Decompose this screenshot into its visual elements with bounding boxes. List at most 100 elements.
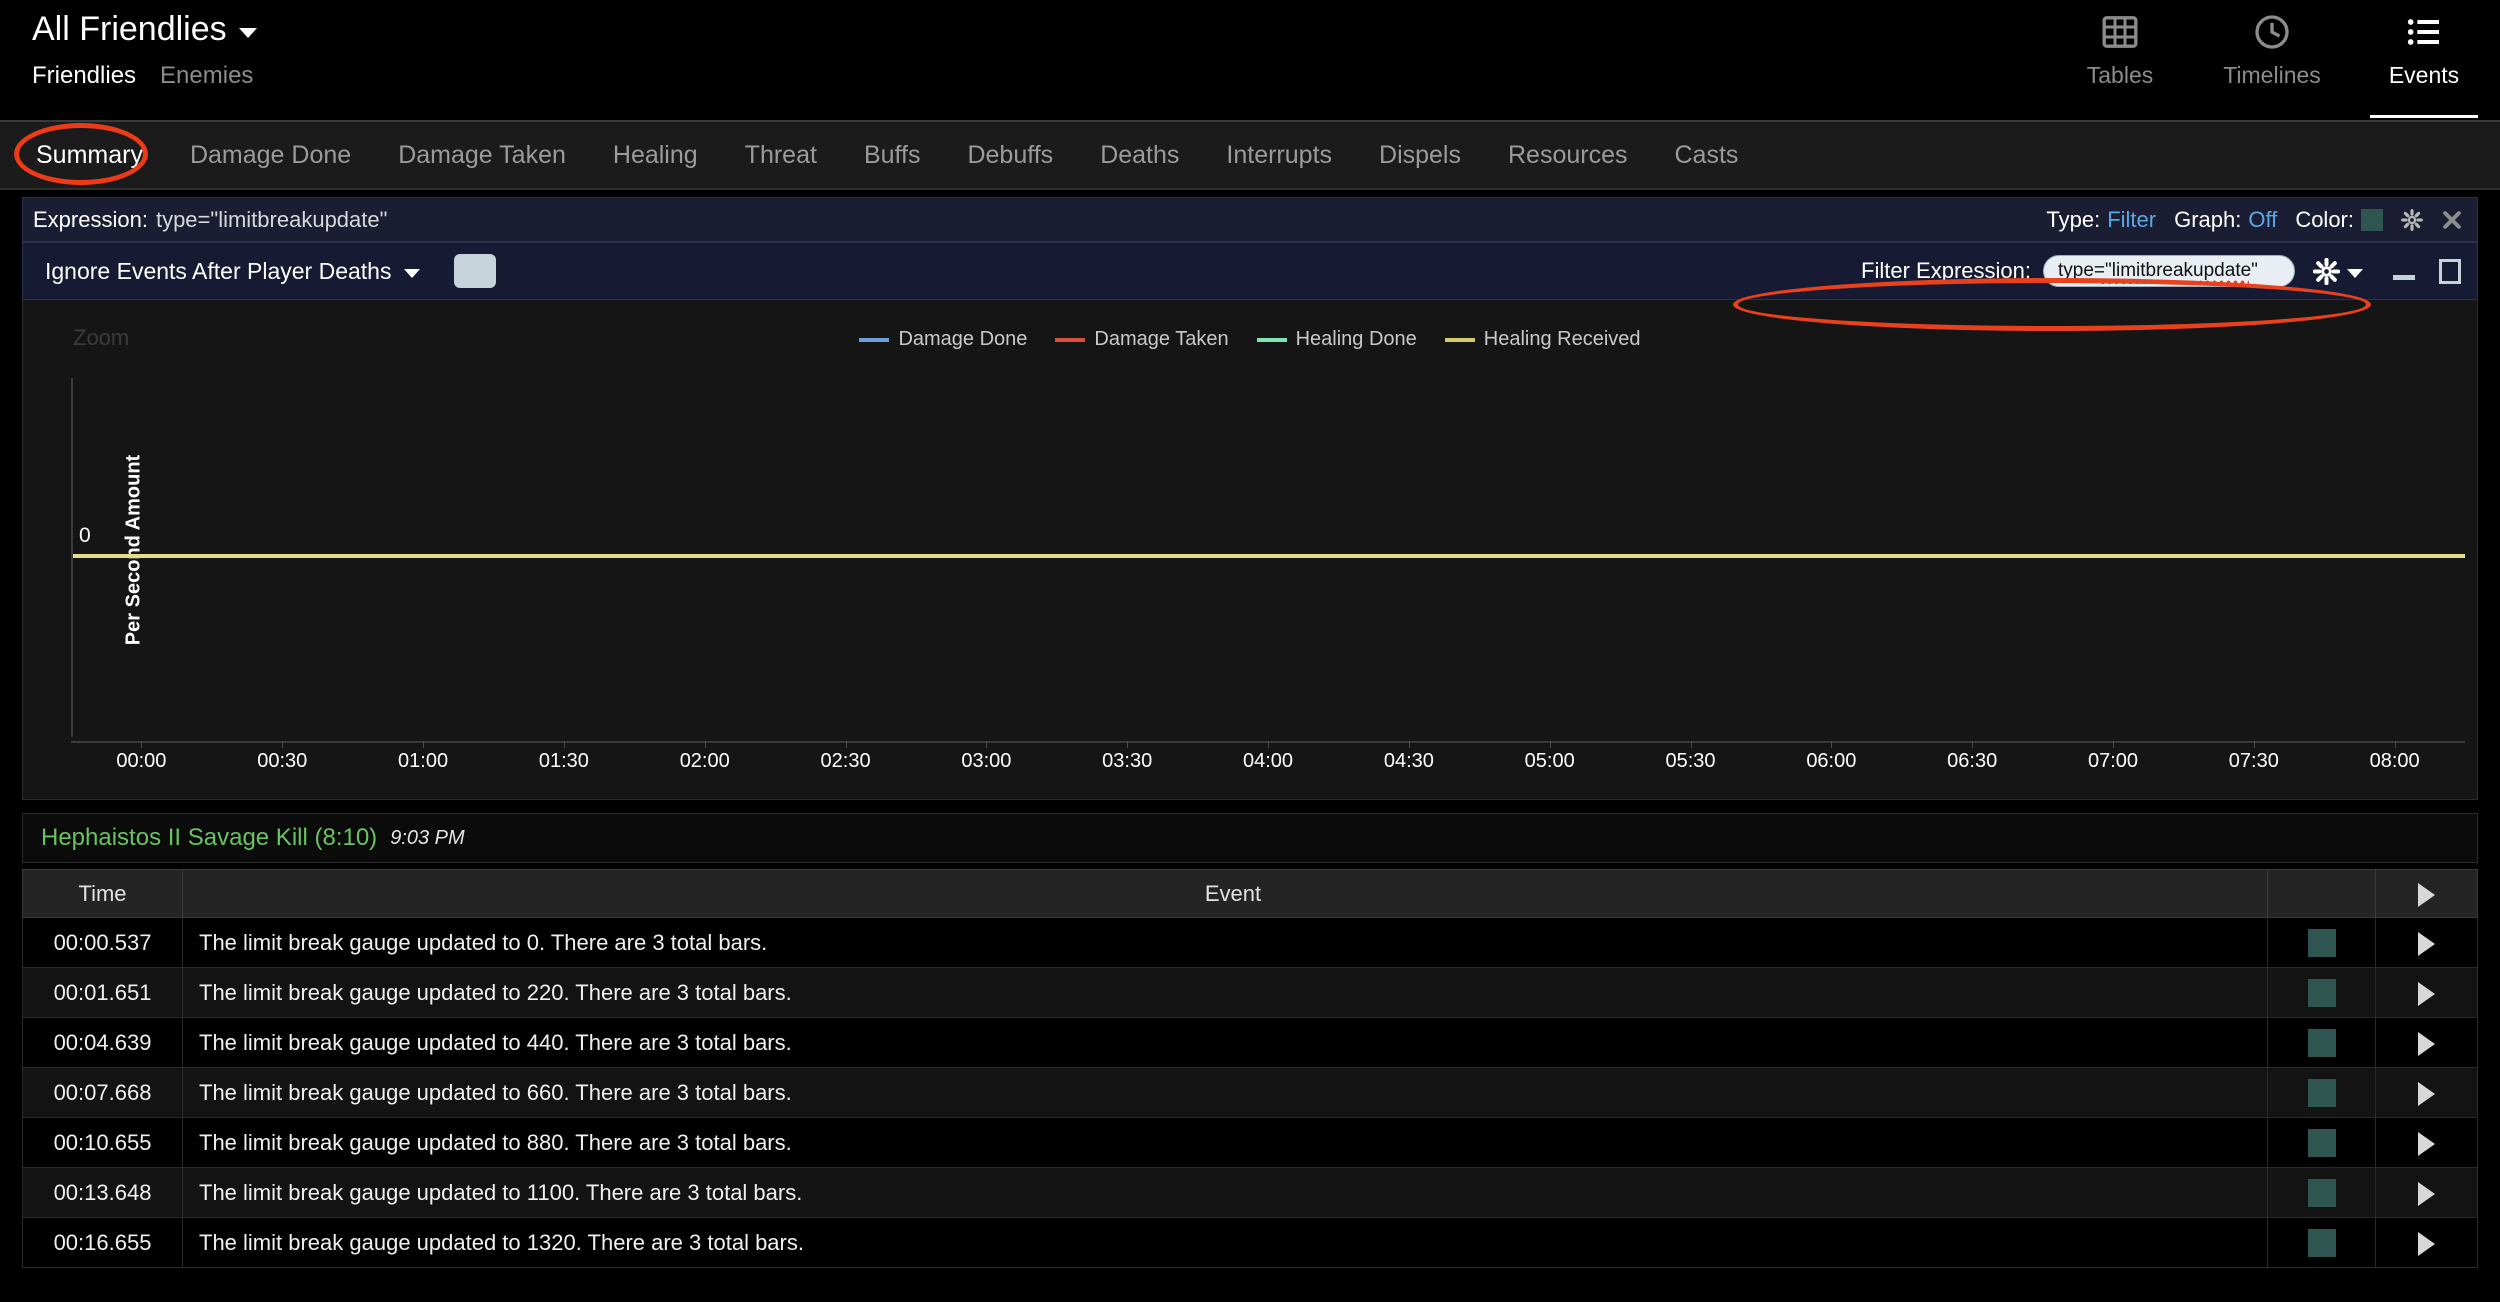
- play-triangle-icon[interactable]: [2418, 1131, 2435, 1156]
- expression-bar: Expression: type="limitbreakupdate" Type…: [22, 197, 2478, 242]
- filter-expression-input[interactable]: [2043, 255, 2295, 287]
- table-row[interactable]: 00:00.537 The limit break gauge updated …: [22, 917, 2478, 968]
- cell-expand[interactable]: [2375, 1067, 2478, 1118]
- topnav-item-tables[interactable]: Tables: [2044, 0, 2196, 122]
- expression-graph-value[interactable]: Off: [2248, 207, 2277, 233]
- play-triangle-icon[interactable]: [2418, 981, 2435, 1006]
- legend-swatch-healing-done: [1256, 337, 1287, 342]
- filter-controls: Filter Expression:: [1861, 255, 2465, 287]
- column-header-time[interactable]: Time: [22, 869, 183, 918]
- chart-x-tick: 06:30: [1902, 741, 2043, 775]
- row-color-swatch[interactable]: [2307, 1078, 2336, 1107]
- close-icon[interactable]: [2441, 209, 2463, 231]
- tab-debuffs[interactable]: Debuffs: [967, 141, 1053, 170]
- cell-color[interactable]: [2267, 1217, 2376, 1268]
- cell-expand[interactable]: [2375, 1117, 2478, 1168]
- gear-icon[interactable]: [2313, 257, 2340, 285]
- cell-event: The limit break gauge updated to 1100. T…: [182, 1167, 2268, 1218]
- tab-threat[interactable]: Threat: [745, 141, 817, 170]
- play-triangle-icon[interactable]: [2418, 882, 2435, 907]
- legend-item-healing-received[interactable]: Healing Received: [1444, 328, 1641, 351]
- chart-x-tick: 05:00: [1479, 741, 1620, 775]
- cell-expand[interactable]: [2375, 1167, 2478, 1218]
- color-swatch[interactable]: [2361, 208, 2383, 231]
- expression-graph[interactable]: Graph: Off: [2174, 207, 2277, 233]
- table-row[interactable]: 00:07.668 The limit break gauge updated …: [22, 1067, 2478, 1118]
- tab-bar: Summary Damage Done Damage Taken Healing…: [0, 122, 2500, 190]
- table-row[interactable]: 00:16.655 The limit break gauge updated …: [22, 1217, 2478, 1268]
- cell-color[interactable]: [2267, 1017, 2376, 1068]
- chart-x-tick: 03:00: [916, 741, 1057, 775]
- chevron-down-icon[interactable]: [2347, 269, 2363, 278]
- column-header-color: [2267, 869, 2376, 918]
- chart-plot-area[interactable]: 0: [71, 378, 2465, 737]
- expression-type[interactable]: Type: Filter: [2046, 207, 2156, 233]
- legend-item-damage-done[interactable]: Damage Done: [859, 328, 1027, 351]
- cell-event: The limit break gauge updated to 0. Ther…: [182, 917, 2268, 968]
- cell-expand[interactable]: [2375, 917, 2478, 968]
- column-header-event[interactable]: Event: [182, 869, 2268, 918]
- tab-damage-done[interactable]: Damage Done: [190, 141, 351, 170]
- gear-icon[interactable]: [2401, 208, 2423, 231]
- tab-deaths[interactable]: Deaths: [1100, 141, 1179, 170]
- row-color-swatch[interactable]: [2307, 1128, 2336, 1157]
- toolbar-blank-button[interactable]: [454, 254, 497, 288]
- tab-buffs[interactable]: Buffs: [864, 141, 921, 170]
- play-triangle-icon[interactable]: [2418, 931, 2435, 956]
- fight-header[interactable]: Hephaistos II Savage Kill (8:10) 9:03 PM: [22, 813, 2478, 863]
- tab-summary[interactable]: Summary: [36, 141, 143, 170]
- legend-item-damage-taken[interactable]: Damage Taken: [1055, 328, 1229, 351]
- table-row[interactable]: 00:10.655 The limit break gauge updated …: [22, 1117, 2478, 1168]
- side-toggle-enemies[interactable]: Enemies: [160, 62, 253, 90]
- topnav-item-events[interactable]: Events: [2348, 0, 2500, 122]
- cell-expand[interactable]: [2375, 1017, 2478, 1068]
- chart-panel[interactable]: Zoom Damage Done Damage Taken Healing Do…: [22, 300, 2478, 800]
- play-triangle-icon[interactable]: [2418, 1031, 2435, 1056]
- topnav-item-timelines[interactable]: Timelines: [2196, 0, 2348, 122]
- play-triangle-icon[interactable]: [2418, 1231, 2435, 1256]
- chevron-down-icon: [404, 268, 421, 278]
- cell-color[interactable]: [2267, 967, 2376, 1018]
- tab-interrupts[interactable]: Interrupts: [1226, 141, 1332, 170]
- fight-name[interactable]: Hephaistos II Savage Kill (8:10): [41, 824, 377, 852]
- side-toggle-friendlies[interactable]: Friendlies: [32, 62, 136, 90]
- cell-time: 00:00.537: [22, 917, 183, 968]
- cell-color[interactable]: [2267, 1067, 2376, 1118]
- pull-selector[interactable]: All Friendlies: [32, 10, 257, 49]
- table-row[interactable]: 00:01.651 The limit break gauge updated …: [22, 967, 2478, 1018]
- cell-color[interactable]: [2267, 1117, 2376, 1168]
- maximize-icon[interactable]: [2439, 258, 2461, 284]
- grid-icon: [2102, 16, 2138, 48]
- expression-value: type="limitbreakupdate": [155, 206, 388, 232]
- legend-item-healing-done[interactable]: Healing Done: [1256, 328, 1417, 351]
- ignore-deaths-dropdown[interactable]: Ignore Events After Player Deaths: [45, 258, 421, 285]
- table-row[interactable]: 00:04.639 The limit break gauge updated …: [22, 1017, 2478, 1068]
- cell-color[interactable]: [2267, 917, 2376, 968]
- table-row[interactable]: 00:13.648 The limit break gauge updated …: [22, 1167, 2478, 1218]
- cell-event: The limit break gauge updated to 660. Th…: [182, 1067, 2268, 1118]
- row-color-swatch[interactable]: [2307, 978, 2336, 1007]
- row-color-swatch[interactable]: [2307, 928, 2336, 957]
- minimize-icon[interactable]: [2393, 274, 2415, 280]
- row-color-swatch[interactable]: [2307, 1228, 2336, 1257]
- cell-expand[interactable]: [2375, 1217, 2478, 1268]
- expression-type-value[interactable]: Filter: [2107, 207, 2156, 233]
- row-color-swatch[interactable]: [2307, 1028, 2336, 1057]
- cell-expand[interactable]: [2375, 967, 2478, 1018]
- tab-casts[interactable]: Casts: [1675, 141, 1739, 170]
- tab-dispels[interactable]: Dispels: [1379, 141, 1461, 170]
- row-color-swatch[interactable]: [2307, 1178, 2336, 1207]
- tab-healing[interactable]: Healing: [613, 141, 698, 170]
- topnav-label-timelines: Timelines: [2223, 62, 2321, 88]
- chart-x-tick: 08:00: [2324, 741, 2465, 775]
- expression-color[interactable]: Color:: [2295, 207, 2383, 233]
- list-icon: [2407, 19, 2439, 45]
- top-bar: All Friendlies Friendlies Enemies Tables…: [0, 0, 2500, 122]
- cell-color[interactable]: [2267, 1167, 2376, 1218]
- play-triangle-icon[interactable]: [2418, 1181, 2435, 1206]
- table-header-row: Time Event: [22, 869, 2478, 918]
- tab-resources[interactable]: Resources: [1508, 141, 1628, 170]
- play-triangle-icon[interactable]: [2418, 1081, 2435, 1106]
- tab-damage-taken[interactable]: Damage Taken: [398, 141, 566, 170]
- side-toggle: Friendlies Enemies: [32, 62, 253, 90]
